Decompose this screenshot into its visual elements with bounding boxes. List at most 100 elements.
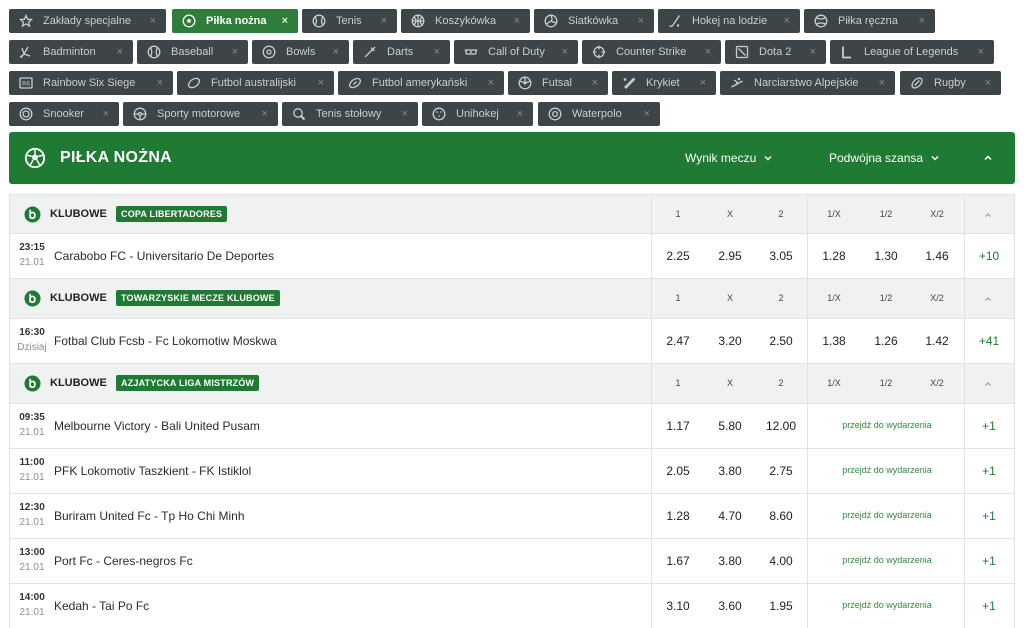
more-markets-button[interactable]: +1 [968, 599, 1010, 613]
match-row[interactable]: 09:35 21.01 Melbourne Victory - Bali Unite… [9, 404, 1015, 449]
close-icon[interactable]: × [117, 45, 123, 59]
odds-button[interactable]: 1.46 [912, 249, 962, 263]
close-icon[interactable]: × [784, 14, 790, 28]
go-to-event-link[interactable]: przejdź do wydarzenia [810, 600, 964, 610]
close-icon[interactable]: × [488, 76, 494, 90]
close-icon[interactable]: × [381, 14, 387, 28]
close-icon[interactable]: × [262, 107, 268, 121]
league-badge[interactable]: TOWARZYSKIE MECZE KLUBOWE [116, 290, 280, 306]
odds-button[interactable]: 1.30 [861, 249, 911, 263]
close-icon[interactable]: × [592, 76, 598, 90]
odds-button[interactable]: 3.80 [705, 554, 755, 568]
sport-chip-volleyball[interactable]: Siatkówka × [534, 9, 654, 33]
match-teams[interactable]: Port Fc - Ceres-negros Fc [54, 554, 193, 568]
league-collapse-button[interactable] [980, 292, 996, 306]
odds-button[interactable]: 4.00 [756, 554, 806, 568]
close-icon[interactable]: × [103, 107, 109, 121]
odds-button[interactable]: 1.26 [861, 334, 911, 348]
odds-button[interactable]: 3.80 [705, 464, 755, 478]
odds-button[interactable]: 1.28 [653, 509, 703, 523]
odds-button[interactable]: 3.10 [653, 599, 703, 613]
sport-chip-baseball[interactable]: Baseball × [137, 40, 248, 64]
match-teams[interactable]: Kedah - Tai Po Fc [54, 599, 149, 613]
sport-chip-futsal-ball[interactable]: Futsal × [508, 71, 608, 95]
close-icon[interactable]: × [705, 45, 711, 59]
close-icon[interactable]: × [157, 76, 163, 90]
sport-chip-soccer-ball[interactable]: Piłka nożna × [172, 9, 298, 33]
sport-chip-basketball[interactable]: Koszykówka × [401, 9, 530, 33]
sport-chip-rugby-ball[interactable]: Rugby × [900, 71, 1001, 95]
odds-button[interactable]: 3.60 [705, 599, 755, 613]
match-teams[interactable]: PFK Lokomotiv Taszkient - FK Istiklol [54, 464, 251, 478]
go-to-event-link[interactable]: przejdź do wydarzenia [810, 510, 964, 520]
odds-button[interactable]: 1.67 [653, 554, 703, 568]
go-to-event-link[interactable]: przejdź do wydarzenia [810, 465, 964, 475]
sport-chip-league-of-legends[interactable]: League of Legends × [830, 40, 994, 64]
close-icon[interactable]: × [978, 45, 984, 59]
close-icon[interactable]: × [282, 14, 288, 28]
more-markets-button[interactable]: +10 [968, 249, 1010, 263]
odds-button[interactable]: 2.05 [653, 464, 703, 478]
sport-chip-bowls[interactable]: Bowls × [252, 40, 349, 64]
sport-chip-steering-wheel[interactable]: Sporty motorowe × [123, 102, 278, 126]
sport-chip-dota[interactable]: Dota 2 × [725, 40, 826, 64]
odds-button[interactable]: 2.75 [756, 464, 806, 478]
go-to-event-link[interactable]: przejdź do wydarzenia [810, 555, 964, 565]
match-teams[interactable]: Fotbal Club Fcsb - Fc Lokomotiw Moskwa [54, 334, 277, 348]
match-teams[interactable]: Melbourne Victory - Bali United Pusam [54, 419, 260, 433]
sport-chip-cricket-bat[interactable]: Krykiet × [612, 71, 716, 95]
close-icon[interactable]: × [644, 107, 650, 121]
sport-chip-snooker-ball[interactable]: Snooker × [9, 102, 119, 126]
match-row[interactable]: 16:30 Dzisiaj Fotbal Club Fcsb - Fc Lokomo… [9, 319, 1015, 364]
odds-button[interactable]: 5.80 [705, 419, 755, 433]
match-row[interactable]: 14:00 21.01 Kedah - Tai Po Fc 3.10 3.60 1.95 p… [9, 584, 1015, 628]
sport-chip-floorball[interactable]: Unihokej × [422, 102, 533, 126]
league-collapse-button[interactable] [980, 377, 996, 391]
sport-chip-hockey-stick[interactable]: Hokej na lodzie × [658, 9, 800, 33]
more-markets-button[interactable]: +1 [968, 464, 1010, 478]
match-row[interactable]: 11:00 21.01 PFK Lokomotiv Taszkient - FK I… [9, 449, 1015, 494]
odds-button[interactable]: 1.42 [912, 334, 962, 348]
sport-chip-australian-football[interactable]: Futbol australijski × [177, 71, 334, 95]
close-icon[interactable]: × [879, 76, 885, 90]
odds-button[interactable]: 2.47 [653, 334, 703, 348]
odds-button[interactable]: 8.60 [756, 509, 806, 523]
sport-chip-crosshair[interactable]: Counter Strike × [582, 40, 721, 64]
close-icon[interactable]: × [919, 14, 925, 28]
odds-button[interactable]: 1.38 [809, 334, 859, 348]
odds-button[interactable]: 4.70 [705, 509, 755, 523]
close-icon[interactable]: × [232, 45, 238, 59]
sport-chip-handball[interactable]: Piłka ręczna × [804, 9, 935, 33]
more-markets-button[interactable]: +1 [968, 419, 1010, 433]
more-markets-button[interactable]: +41 [968, 334, 1010, 348]
market-select-double-chance[interactable]: Podwójna szansa [829, 151, 940, 165]
sport-chip-tennis-ball[interactable]: Tenis × [302, 9, 397, 33]
league-collapse-button[interactable] [980, 208, 996, 222]
go-to-event-link[interactable]: przejdź do wydarzenia [810, 420, 964, 430]
section-collapse-button[interactable] [978, 150, 998, 166]
close-icon[interactable]: × [562, 45, 568, 59]
odds-button[interactable]: 2.50 [756, 334, 806, 348]
close-icon[interactable]: × [985, 76, 991, 90]
match-row[interactable]: 13:00 21.01 Port Fc - Ceres-negros Fc 1.67 3… [9, 539, 1015, 584]
sport-chip-american-football[interactable]: Futbol amerykański × [338, 71, 504, 95]
more-markets-button[interactable]: +1 [968, 554, 1010, 568]
close-icon[interactable]: × [150, 14, 156, 28]
close-icon[interactable]: × [700, 76, 706, 90]
sport-chip-table-tennis[interactable]: Tenis stołowy × [282, 102, 418, 126]
market-select-match-result[interactable]: Wynik meczu [685, 151, 773, 165]
match-teams[interactable]: Buriram United Fc - Tp Ho Chi Minh [54, 509, 245, 523]
sport-chip-star[interactable]: Zakłady specjalne × [9, 9, 166, 33]
sport-chip-dart[interactable]: Darts × [353, 40, 450, 64]
close-icon[interactable]: × [402, 107, 408, 121]
odds-button[interactable]: 1.28 [809, 249, 859, 263]
match-teams[interactable]: Carabobo FC - Universitario De Deportes [54, 249, 274, 263]
close-icon[interactable]: × [514, 14, 520, 28]
odds-button[interactable]: 2.95 [705, 249, 755, 263]
sport-chip-call-of-duty[interactable]: Call of Duty × [454, 40, 578, 64]
close-icon[interactable]: × [434, 45, 440, 59]
close-icon[interactable]: × [333, 45, 339, 59]
close-icon[interactable]: × [517, 107, 523, 121]
odds-button[interactable]: 3.05 [756, 249, 806, 263]
odds-button[interactable]: 2.25 [653, 249, 703, 263]
